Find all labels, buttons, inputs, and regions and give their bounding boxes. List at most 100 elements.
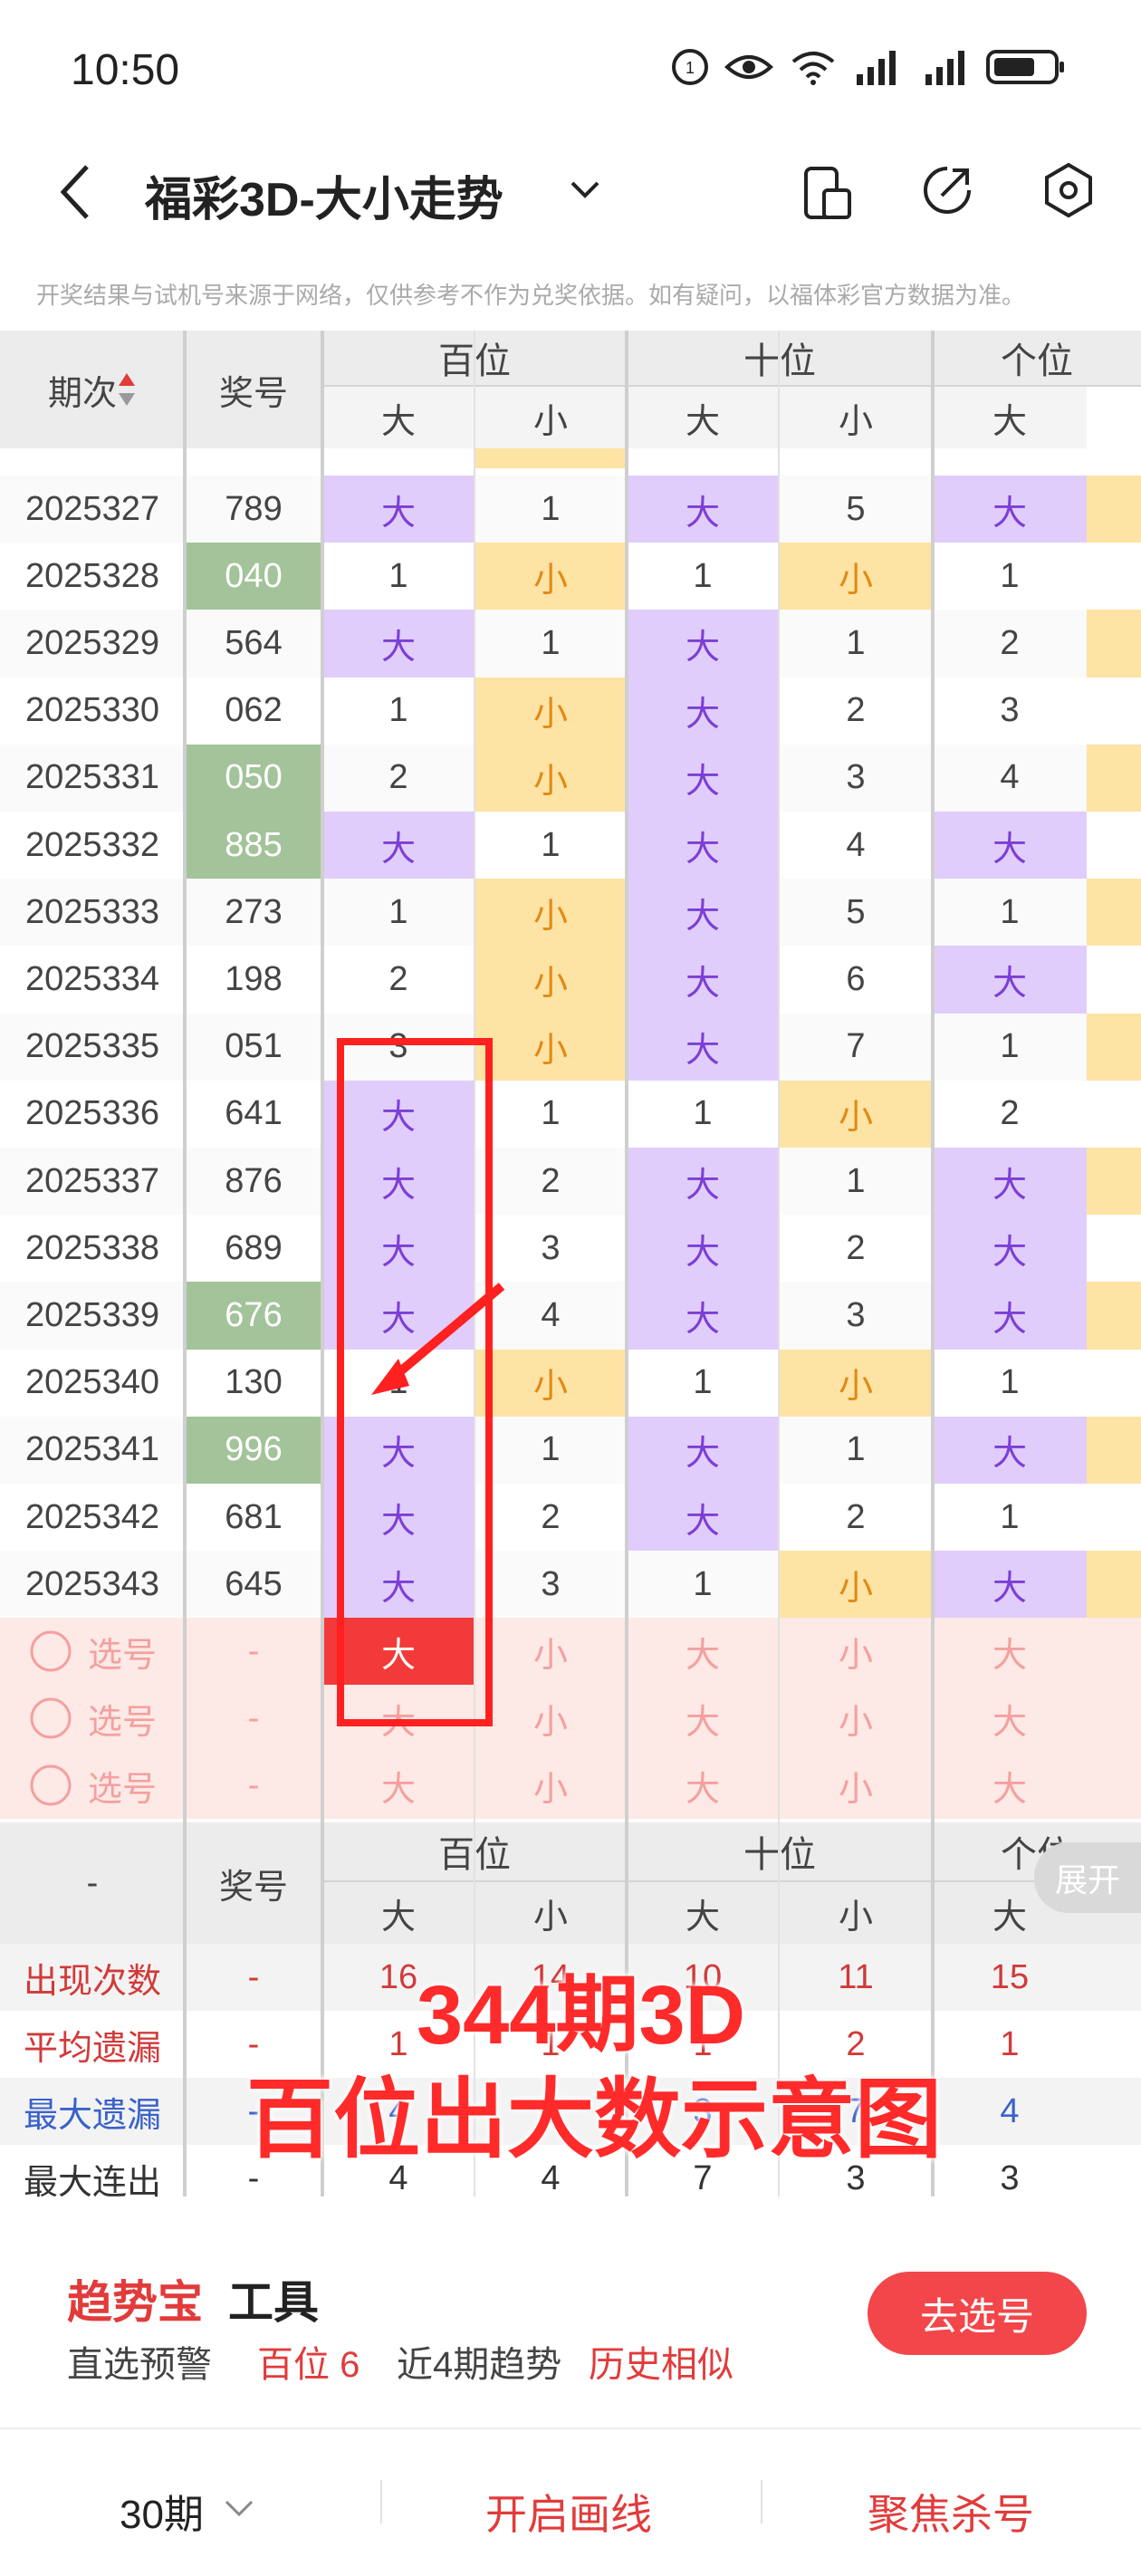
trend-cell-partial: [1087, 543, 1141, 610]
trend-cell: 3: [475, 1551, 627, 1619]
trend-cell-partial: [1087, 1282, 1141, 1350]
pick-cell-partial: [1087, 1752, 1141, 1820]
trend-cell: 2: [475, 1148, 627, 1216]
trend-cell: 大: [322, 610, 475, 678]
pick-cell[interactable]: 大: [322, 1752, 475, 1820]
sort-icon[interactable]: [117, 371, 137, 408]
pick-cell[interactable]: 大: [627, 1618, 779, 1686]
pick-cell[interactable]: 大: [627, 1685, 779, 1753]
trend-cell: 大: [627, 1215, 779, 1283]
radio-circle-icon[interactable]: [28, 1763, 73, 1808]
pick-cell[interactable]: 大: [322, 1618, 475, 1686]
expand-button[interactable]: 展开: [1034, 1842, 1141, 1914]
trend-cell: 2: [779, 1215, 933, 1283]
trend-cell-partial: [1087, 1013, 1141, 1081]
trend-cell: 1: [779, 1148, 933, 1216]
col-period-label: 期次: [47, 374, 117, 413]
trend-cell: 小: [475, 879, 627, 947]
trend-cell: 大: [322, 1215, 475, 1283]
go-pick-button[interactable]: 去选号: [868, 2272, 1087, 2355]
page-title[interactable]: 福彩3D-大小走势: [145, 161, 503, 229]
period-cell: 2025330: [0, 677, 185, 745]
tool-brand-suffix: 工具: [228, 2277, 319, 2328]
pick-cell[interactable]: 小: [779, 1618, 933, 1686]
pick-label: 选号: [87, 1770, 157, 1809]
trend-cell: 大: [627, 610, 779, 678]
settings-icon[interactable]: [1041, 161, 1096, 219]
radio-circle-icon[interactable]: [28, 1629, 73, 1674]
pick-cell[interactable]: 小: [475, 1685, 627, 1753]
trend-cell: 大: [322, 812, 475, 879]
chevron-down-icon[interactable]: [569, 178, 601, 203]
grid-line: [321, 331, 324, 2196]
signal-icon-2: [925, 51, 964, 85]
trend-cell: 大: [322, 1551, 475, 1619]
trend-table[interactable]: 期次 奖号 百位 十位 个位大小大小大 2025327 789 大 1 大 5 大 2025328 040…: [0, 331, 1141, 2206]
pick-cell[interactable]: 小: [475, 1618, 627, 1686]
chevron-down-icon[interactable]: [223, 2498, 255, 2518]
trend-cell: 1: [475, 610, 627, 678]
sub-header-big: 大: [933, 387, 1087, 448]
focus-kill-button[interactable]: 聚焦杀号: [868, 2482, 1034, 2542]
trend-cell: 大: [627, 946, 779, 1014]
phone-switch-icon[interactable]: [802, 165, 853, 221]
battery-icon: [986, 50, 1064, 84]
period-cell: 2025333: [0, 879, 185, 947]
pick-cell[interactable]: 小: [779, 1685, 933, 1753]
pick-cell[interactable]: 小: [779, 1752, 933, 1820]
periods-selector[interactable]: 30期: [120, 2482, 204, 2540]
group-ge-header: 个位: [933, 331, 1141, 387]
draw-number-cell: 050: [185, 744, 322, 812]
pick-cell[interactable]: 大: [933, 1618, 1087, 1686]
stat-dash: -: [185, 1944, 322, 2012]
trend-cell-partial: [1087, 1349, 1141, 1417]
trend-cell: 大: [933, 476, 1087, 543]
stat-partial: [1087, 2145, 1141, 2206]
radio-circle-icon[interactable]: [28, 1696, 73, 1741]
trend-cell: 大: [322, 1484, 475, 1552]
pick-row-2[interactable]: 选号: [0, 1752, 185, 1820]
trend-cell: 大: [933, 946, 1087, 1014]
pick-cell[interactable]: 大: [322, 1685, 475, 1753]
stat-value: 3: [933, 2145, 1087, 2206]
trend-cell: 小: [475, 946, 627, 1014]
pick-cell[interactable]: 大: [627, 1752, 779, 1820]
trend-cell: 大: [627, 879, 779, 947]
draw-number-cell: 641: [185, 1080, 322, 1148]
pick-cell[interactable]: 小: [475, 1752, 627, 1820]
bottom-bar: 30期 开启画线 聚焦杀号: [0, 2427, 1141, 2576]
pick-row-0[interactable]: 选号: [0, 1618, 185, 1686]
period-cell: 2025339: [0, 1282, 185, 1350]
trend-cell: 小: [475, 744, 627, 812]
stat-value: 15: [933, 1944, 1087, 2012]
draw-number-cell: 676: [185, 1282, 322, 1350]
pick-cell[interactable]: 大: [933, 1752, 1087, 1820]
trend-cell: 大: [627, 744, 779, 812]
status-time: 10:50: [71, 46, 180, 94]
draw-lines-button[interactable]: 开启画线: [485, 2482, 652, 2542]
period-cell: 2025335: [0, 1013, 185, 1081]
trend-cell-partial: [1087, 946, 1141, 1014]
grid-line: [625, 331, 628, 2196]
trend-cell: 4: [475, 1282, 627, 1350]
period-cell: 2025336: [0, 1080, 185, 1148]
trend-cell: 1: [933, 879, 1087, 947]
trend-cell: 3: [322, 1013, 475, 1081]
trend-cell: 大: [933, 1551, 1087, 1619]
tool-card: 趋势宝 工具 直选预警 百位 6 近4期趋势 历史相似 去选号: [25, 2228, 1117, 2395]
pick-row-1[interactable]: 选号: [0, 1685, 185, 1753]
trend-cell: 3: [933, 677, 1087, 745]
draw-number-cell: 273: [185, 879, 322, 947]
back-icon[interactable]: [54, 163, 94, 221]
stat-value: 4: [933, 2078, 1087, 2146]
wifi-icon: [791, 52, 835, 85]
pick-cell[interactable]: 大: [933, 1685, 1087, 1753]
trend-cell: 大: [933, 1148, 1087, 1216]
trend-cell: 1: [933, 1013, 1087, 1081]
share-icon[interactable]: [920, 163, 974, 217]
draw-number-cell: 564: [185, 610, 322, 678]
col-period-header[interactable]: 期次: [0, 331, 185, 448]
period-cell: 2025329: [0, 610, 185, 678]
trend-cell: 大: [627, 1148, 779, 1216]
stat-label: 最大连出: [0, 2145, 185, 2206]
